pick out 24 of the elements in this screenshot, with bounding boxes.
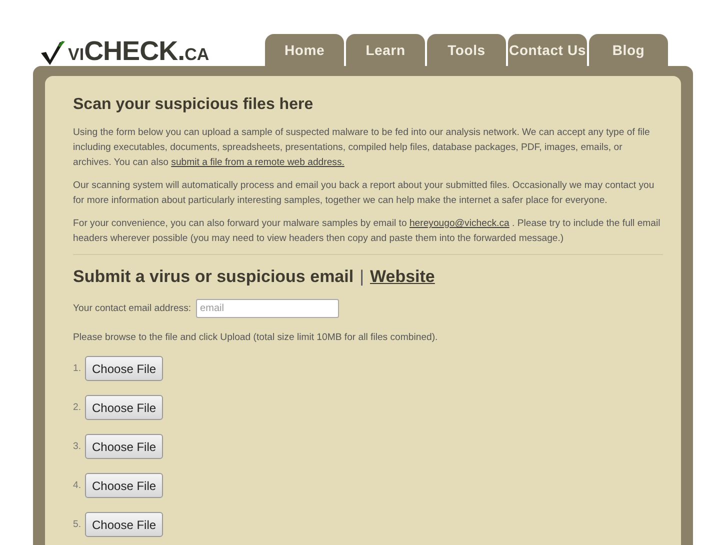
paragraph: Using the form below you can upload a sample of suspected malware to be fed into our analysis network. We can accept any type of file including executables, documents, spreadsheets, presentations, compiled help files, database packages, PDF, images, emails, or archives. You can also submit a file from a remote web address. bbox=[73, 126, 651, 170]
list-number: 4. bbox=[73, 480, 82, 491]
logo-text[interactable]: VICHECK.CA bbox=[68, 38, 210, 65]
separator: | bbox=[360, 267, 364, 287]
text-link[interactable]: hereyougo@vicheck.ca bbox=[409, 218, 510, 229]
paragraph: For your convenience, you can also forward your malware samples by email to hereyougo@vicheck.ca . Please try to include the full email headers wherever possible (you may need to view headers then copy and paste them into the forwarded message.) bbox=[73, 217, 662, 246]
website-link[interactable]: Website bbox=[370, 267, 435, 287]
list-number: 2. bbox=[73, 402, 82, 413]
email-field[interactable]: email bbox=[196, 299, 340, 318]
paragraph: Our scanning system will automatically process and email you back a report about your submitted files. Occasionally we may contact you for more information about particularly interesting samples, together we can help make the internet a safer place for everyone. bbox=[73, 179, 656, 208]
list-number: 3. bbox=[73, 441, 82, 452]
choose-file-button[interactable]: Choose File bbox=[85, 512, 164, 537]
choose-file-button[interactable]: Choose File bbox=[85, 473, 164, 498]
checkmark-icon bbox=[40, 40, 66, 66]
choose-file-button[interactable]: Choose File bbox=[85, 434, 164, 459]
section-heading: Submit a virus or suspicious email bbox=[73, 267, 354, 287]
choose-file-button[interactable]: Choose File bbox=[85, 356, 164, 381]
list-number: 1. bbox=[73, 363, 82, 374]
section-heading: Scan your suspicious files here bbox=[73, 96, 314, 114]
list-number: 5. bbox=[73, 519, 82, 530]
field-label: Your contact email address: bbox=[73, 303, 192, 314]
text-link[interactable]: submit a file from a remote web address. bbox=[171, 157, 344, 168]
choose-file-button[interactable]: Choose File bbox=[85, 395, 164, 420]
instructions: Please browse to the file and click Upload (total size limit 10MB for all files combined). bbox=[73, 331, 439, 345]
